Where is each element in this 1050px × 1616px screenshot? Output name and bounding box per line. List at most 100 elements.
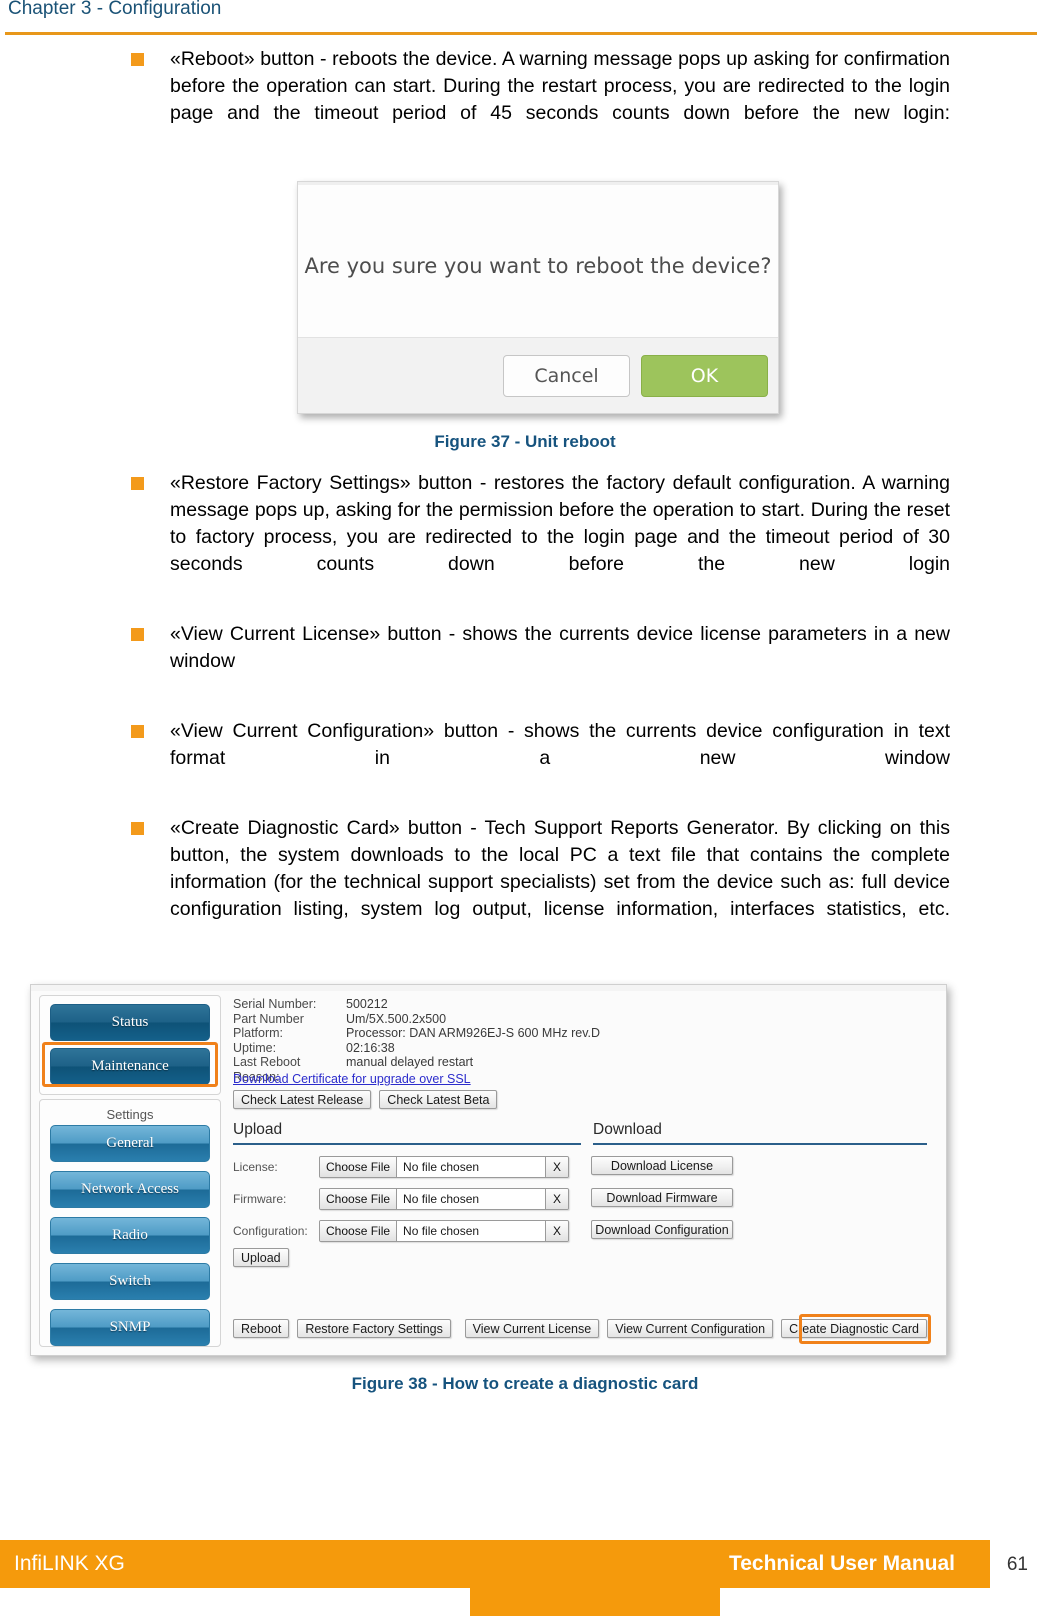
bullet-square-icon — [131, 822, 144, 835]
bullet-create-diagnostic-card: «Create Diagnostic Card» button - Tech S… — [0, 815, 1050, 950]
file-name-text: No file chosen — [397, 1189, 545, 1209]
bullet-text: «Create Diagnostic Card» button - Tech S… — [170, 817, 950, 920]
sidebar-settings-label: Settings — [106, 1107, 154, 1122]
device-web-ui: Status Maintenance Settings General Netw… — [30, 984, 947, 1356]
chapter-title: Chapter 3 - Configuration — [8, 0, 222, 19]
sidebar-item-snmp[interactable]: SNMP — [50, 1309, 210, 1346]
info-value: 500212 — [346, 997, 388, 1011]
sidebar-item-general[interactable]: General — [50, 1125, 210, 1162]
info-row: Uptime: 02:16:38 — [233, 1041, 600, 1056]
info-value: Um/5X.500.2x500 — [346, 1011, 447, 1026]
info-row: Serial Number: 500212 — [233, 997, 600, 1012]
figure-38: Status Maintenance Settings General Netw… — [0, 984, 1050, 1374]
sidebar-item-label: SNMP — [109, 1319, 151, 1335]
bullet-view-configuration: «View Current Configuration» button - sh… — [0, 718, 1050, 799]
device-info-table: Serial Number: 500212 Part Number Um/5X.… — [233, 997, 600, 1084]
action-bar-left: Reboot Restore Factory Settings — [233, 1319, 451, 1338]
footer-tab — [470, 1586, 720, 1616]
sidebar-item-network-access[interactable]: Network Access — [50, 1171, 210, 1208]
reboot-confirm-dialog: Are you sure you want to reboot the devi… — [297, 181, 779, 414]
configuration-label: Configuration: — [233, 1224, 308, 1238]
restore-factory-settings-button[interactable]: Restore Factory Settings — [297, 1319, 451, 1338]
choose-file-button[interactable]: Choose File — [320, 1189, 398, 1209]
dialog-cancel-button[interactable]: Cancel — [503, 355, 630, 397]
sidebar-top-box: Status Maintenance — [39, 995, 221, 1095]
choose-file-button[interactable]: Choose File — [320, 1221, 398, 1241]
sidebar-item-status[interactable]: Status — [50, 1004, 210, 1041]
create-diagnostic-card-highlight-box — [799, 1314, 931, 1344]
action-bar-right: View Current License View Current Config… — [464, 1314, 931, 1344]
info-row: Part Number Um/5X.500.2x500 — [233, 1012, 600, 1027]
maintenance-highlight-box — [42, 1042, 218, 1087]
download-firmware-button[interactable]: Download Firmware — [591, 1188, 733, 1207]
sidebar-item-label: Status — [111, 1014, 149, 1030]
download-license-button[interactable]: Download License — [591, 1156, 733, 1175]
figure-37: Are you sure you want to reboot the devi… — [0, 176, 1050, 426]
license-file-input[interactable]: Choose File No file chosen X — [319, 1156, 569, 1178]
check-latest-release-button[interactable]: Check Latest Release — [233, 1090, 372, 1109]
footer-product-name: InfiLINK XG — [14, 1552, 125, 1575]
dialog-message: Are you sure you want to reboot the devi… — [304, 254, 772, 278]
dialog-top-strip — [298, 182, 778, 185]
license-label: License: — [233, 1160, 278, 1174]
choose-file-button[interactable]: Choose File — [320, 1157, 398, 1177]
bullet-text: «Restore Factory Settings» button - rest… — [170, 472, 950, 575]
bullet-square-icon — [131, 477, 144, 490]
bullet-square-icon — [131, 628, 144, 641]
info-row: Platform: Processor: DAN ARM926EJ-S 600 … — [233, 1026, 600, 1041]
download-configuration-button[interactable]: Download Configuration — [591, 1220, 733, 1239]
info-value: Processor: DAN ARM926EJ-S 600 MHz rev.D — [346, 1026, 601, 1040]
upload-heading: Upload — [233, 1121, 283, 1138]
info-key: Part Number — [233, 1011, 304, 1026]
configuration-file-input[interactable]: Choose File No file chosen X — [319, 1220, 569, 1242]
footer-document-title: Technical User Manual — [728, 1552, 955, 1575]
clear-file-button[interactable]: X — [545, 1157, 568, 1177]
info-value: 02:16:38 — [346, 1040, 395, 1055]
bullet-view-license: «View Current License» button - shows th… — [0, 621, 1050, 702]
page-footer: InfiLINK XG Technical User Manual 61 — [0, 1540, 1050, 1616]
bullet-text: «Reboot» button - reboots the device. A … — [170, 48, 950, 124]
file-name-text: No file chosen — [397, 1221, 545, 1241]
clear-file-button[interactable]: X — [545, 1189, 568, 1209]
bullet-text: «View Current License» button - shows th… — [170, 623, 950, 672]
bullet-square-icon — [131, 725, 144, 738]
info-key: Serial Number: — [233, 997, 317, 1011]
sidebar-item-radio[interactable]: Radio — [50, 1217, 210, 1254]
figure-37-caption: Figure 37 - Unit reboot — [434, 432, 616, 451]
sidebar-item-label: General — [106, 1135, 154, 1151]
file-name-text: No file chosen — [397, 1157, 545, 1177]
firmware-file-input[interactable]: Choose File No file chosen X — [319, 1188, 569, 1210]
sidebar-item-label: Network Access — [81, 1181, 179, 1197]
check-release-row: Check Latest Release Check Latest Beta — [233, 1090, 498, 1109]
download-certificate-link[interactable]: Download Certificate for upgrade over SS… — [233, 1072, 471, 1086]
panel-action-bar: Reboot Restore Factory Settings View Cur… — [233, 1314, 931, 1344]
bullet-restore-factory: «Restore Factory Settings» button - rest… — [0, 470, 1050, 605]
sidebar-item-switch[interactable]: Switch — [50, 1263, 210, 1300]
device-sidebar: Status Maintenance Settings General Netw… — [39, 995, 221, 1347]
reboot-button[interactable]: Reboot — [233, 1319, 290, 1338]
dialog-ok-button[interactable]: OK — [641, 355, 768, 397]
sidebar-item-label: Switch — [109, 1273, 151, 1289]
page-header: Chapter 3 - Configuration — [0, 0, 1050, 40]
upload-button[interactable]: Upload — [233, 1248, 289, 1267]
download-heading: Download — [593, 1121, 662, 1138]
sidebar-settings-box: Settings General Network Access Radio Sw… — [39, 1099, 221, 1347]
footer-page-number: 61 — [1006, 1554, 1028, 1575]
view-current-configuration-button[interactable]: View Current Configuration — [607, 1319, 774, 1338]
bullet-reboot: «Reboot» button - reboots the device. A … — [0, 46, 1050, 154]
bullet-square-icon — [131, 53, 144, 66]
maintenance-panel: Serial Number: 500212 Part Number Um/5X.… — [227, 993, 933, 1345]
ui-top-strip — [31, 985, 946, 991]
figure-38-caption: Figure 38 - How to create a diagnostic c… — [351, 1374, 699, 1393]
check-latest-beta-button[interactable]: Check Latest Beta — [379, 1090, 498, 1109]
info-key: Uptime: — [233, 1040, 277, 1055]
view-current-license-button[interactable]: View Current License — [464, 1319, 600, 1338]
firmware-label: Firmware: — [233, 1192, 287, 1206]
header-rule — [5, 32, 1037, 35]
clear-file-button[interactable]: X — [545, 1221, 568, 1241]
sidebar-item-label: Radio — [112, 1227, 148, 1243]
dialog-footer: Cancel OK — [298, 337, 778, 413]
download-heading-rule — [593, 1143, 927, 1145]
info-key: Platform: — [233, 1026, 284, 1040]
page-content: «Reboot» button - reboots the device. A … — [0, 46, 1050, 1394]
